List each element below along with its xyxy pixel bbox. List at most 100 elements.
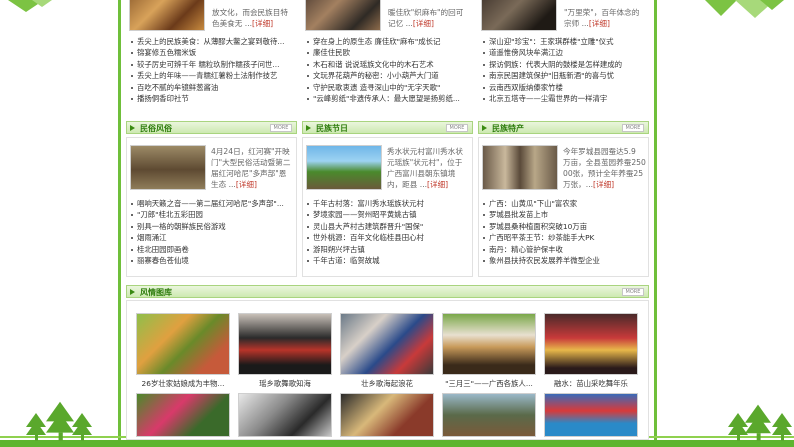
list-item[interactable]: 丽寨春色苍仙境 <box>130 255 296 266</box>
costume-teaser: 暖佳欣"织麻布"的回可 记忆 ...[详细] <box>388 8 464 28</box>
arrow-icon <box>482 125 487 131</box>
list-item[interactable]: 烟雨涌江 <box>130 232 296 243</box>
gallery-item[interactable]: 瑶乡歌舞歌知海 <box>238 313 332 389</box>
architecture-thumbnail[interactable] <box>481 0 557 31</box>
list-item[interactable]: 道遥惟傍风块牟满江边 <box>482 47 648 58</box>
gallery-caption[interactable]: 瑶乡歌舞歌知海 <box>238 378 332 389</box>
festivals-panel: 秀水状元村富川秀水状 元瑶族"状元村"，位于 广西富川县朝东镇境 内，距县 ..… <box>302 137 473 277</box>
tree-icon <box>772 413 792 441</box>
gallery-photo[interactable] <box>340 393 434 437</box>
list-item[interactable]: 播扬侗香印社节 <box>130 93 296 104</box>
detail-link[interactable]: [详细] <box>427 180 448 189</box>
list-item[interactable]: 千年古村落：富川秀水瑶族状元村 <box>306 198 472 209</box>
gallery-item[interactable]: 壮乡歌海起浪花 <box>340 313 434 389</box>
folk-customs-list: 唱响天籁之音——第二届红河哈尼"多声部"... "刀郎"桂北五彩田园 别具一格的… <box>130 198 296 266</box>
gallery-photo[interactable] <box>238 393 332 437</box>
list-item[interactable]: "云峰剪纸"非遗传承人：最大愿望是扬剪纸... <box>306 93 472 104</box>
section-title[interactable]: 风情图库 <box>140 287 172 298</box>
list-item[interactable]: 唱响天籁之音——第二届红河哈尼"多声部"... <box>130 198 296 209</box>
list-item[interactable]: 锦宴修五色糯米饭 <box>130 47 296 58</box>
tree-icon <box>72 413 92 441</box>
more-button[interactable]: MORE <box>270 124 292 132</box>
gallery-photo[interactable] <box>136 393 230 437</box>
more-button[interactable]: MORE <box>446 124 468 132</box>
detail-link[interactable]: [详细] <box>589 19 610 28</box>
list-item[interactable]: 梦境家园——贺州昭平黄姚古镇 <box>306 209 472 220</box>
list-item[interactable]: 罗城县批发苗上市 <box>482 209 648 220</box>
list-item[interactable]: 探访侗族：代表大阴的鼓楼是怎样建成的 <box>482 59 648 70</box>
list-item[interactable]: "刀郎"桂北五彩田园 <box>130 209 296 220</box>
list-item[interactable]: 深山迎"珍宝"：王家琪群楼"立雕"仪式 <box>482 36 648 47</box>
detail-link[interactable]: [详细] <box>252 19 273 28</box>
folk-customs-panel: 4月24日，红河赛"开映 门"大型民俗活动暨第二 届红河哈尼"多声部"恩 生态 … <box>126 137 297 277</box>
specialties-list: 广西：山黄瓜"下山"富农家 罗城县批发苗上市 罗城县桑种植面积突破10万亩 广西… <box>482 198 648 266</box>
page-frame: 放文化，而会民族目特 色美食无 ...[详细] 丢尖上的民族美食：从薄醪大鳖之宴… <box>0 0 794 447</box>
gallery-photo[interactable] <box>544 313 638 375</box>
detail-link[interactable]: [详细] <box>236 180 257 189</box>
list-item[interactable]: 南京民国建筑保护"旧瓶新酒"的喜与忧 <box>482 70 648 81</box>
gallery-item[interactable] <box>442 393 536 437</box>
list-item[interactable]: 千年古道：临贺故城 <box>306 255 472 266</box>
list-item[interactable]: 罗城县桑种植面积突破10万亩 <box>482 221 648 232</box>
specialties-thumbnail[interactable] <box>482 145 558 190</box>
costume-thumbnail[interactable] <box>305 0 381 31</box>
gallery-item[interactable] <box>238 393 332 437</box>
gallery-caption[interactable]: 融水：苗山采吃舞年乐 <box>544 378 638 389</box>
gallery-item[interactable] <box>544 393 638 437</box>
section-header-gallery: 风情图库 MORE <box>126 285 649 298</box>
more-button[interactable]: MORE <box>622 124 644 132</box>
list-item[interactable]: 守护民歌衷遗 造寻深山中的"无字天歌" <box>306 82 472 93</box>
gallery-caption[interactable]: "三月三"——广西各族人... <box>442 378 536 389</box>
gallery-panel: 26岁壮家姑娘成为丰物... 瑶乡歌舞歌知海 壮乡歌海起浪花 "三月三"——广西… <box>126 300 649 440</box>
gallery-item[interactable]: 融水：苗山采吃舞年乐 <box>544 313 638 389</box>
section-title[interactable]: 民俗风俗 <box>140 123 172 134</box>
gallery-photo[interactable] <box>136 313 230 375</box>
decor-triangle <box>32 0 52 7</box>
list-item[interactable]: 云南西双版纳傣家竹楼 <box>482 82 648 93</box>
list-item[interactable]: 丢尖上的民族美食：从薄醪大鳖之宴到敬待... <box>130 36 296 47</box>
list-item[interactable]: 桂北田园即画卷 <box>130 244 296 255</box>
architecture-teaser: "万里荣"，百年体念的 宗师 ...[详细] <box>564 8 640 28</box>
detail-link[interactable]: [详细] <box>593 180 614 189</box>
list-item[interactable]: 木石和谐 说说瑶族文化中的木石艺术 <box>306 59 472 70</box>
gallery-photo[interactable] <box>340 313 434 375</box>
gallery-photo[interactable] <box>442 313 536 375</box>
list-item[interactable]: 穿在身上的原生态 廉佳欣"麻布"成长记 <box>306 36 472 47</box>
arrow-icon <box>130 289 135 295</box>
arrow-icon <box>306 125 311 131</box>
list-item[interactable]: 丢尖上的年味——青糯红薯粉土法制作技艺 <box>130 70 296 81</box>
festivals-list: 千年古村落：富川秀水瑶族状元村 梦境家园——贺州昭平黄姚古镇 灵山县大芦村古建筑… <box>306 198 472 266</box>
festivals-thumbnail[interactable] <box>306 145 382 190</box>
gallery-item[interactable]: 26岁壮家姑娘成为丰物... <box>136 313 230 389</box>
section-title[interactable]: 民族节日 <box>316 123 348 134</box>
food-thumbnail[interactable] <box>129 0 205 31</box>
gallery-photo[interactable] <box>442 393 536 437</box>
more-button[interactable]: MORE <box>622 288 644 296</box>
list-item[interactable]: 象州县扶持农民发展养羊微型企业 <box>482 255 648 266</box>
costume-list: 穿在身上的原生态 廉佳欣"麻布"成长记 廉佳住民欧 木石和谐 说说瑶族文化中的木… <box>306 36 472 104</box>
gallery-item[interactable] <box>340 393 434 437</box>
list-item[interactable]: 北京五塔寺——尘霜世界的一样清宇 <box>482 93 648 104</box>
architecture-list: 深山迎"珍宝"：王家琪群楼"立雕"仪式 道遥惟傍风块牟满江边 探访侗族：代表大阴… <box>482 36 648 104</box>
gallery-photo[interactable] <box>238 313 332 375</box>
list-item[interactable]: 游阳朔兴坪古镇 <box>306 244 472 255</box>
list-item[interactable]: 灵山县大芦村古建筑群晋升"国保" <box>306 221 472 232</box>
gallery-item[interactable] <box>136 393 230 437</box>
gallery-caption[interactable]: 壮乡歌海起浪花 <box>340 378 434 389</box>
gallery-photo[interactable] <box>544 393 638 437</box>
list-item[interactable]: 百吃不腻的牟镜鲜葱酱油 <box>130 82 296 93</box>
food-list: 丢尖上的民族美食：从薄醪大鳖之宴到敬待... 锦宴修五色糯米饭 较子厉史可辨千年… <box>130 36 296 104</box>
list-item[interactable]: 文玩界花葫芦的秘密：小小葫芦大门道 <box>306 70 472 81</box>
folk-customs-thumbnail[interactable] <box>130 145 206 190</box>
list-item[interactable]: 广西：山黄瓜"下山"富农家 <box>482 198 648 209</box>
list-item[interactable]: 别具一格的朝鲜族民俗游戏 <box>130 221 296 232</box>
list-item[interactable]: 南丹：精心管护保丰收 <box>482 244 648 255</box>
list-item[interactable]: 广西昭平茶王节：纱茶能手大PK <box>482 232 648 243</box>
gallery-item[interactable]: "三月三"——广西各族人... <box>442 313 536 389</box>
gallery-caption[interactable]: 26岁壮家姑娘成为丰物... <box>136 378 230 389</box>
section-title[interactable]: 民族特产 <box>492 123 524 134</box>
list-item[interactable]: 世外桃源：百年文化临桂县田心村 <box>306 232 472 243</box>
detail-link[interactable]: [详细] <box>413 19 434 28</box>
list-item[interactable]: 廉佳住民欧 <box>306 47 472 58</box>
list-item[interactable]: 较子厉史可辨千年 糯粒玖制作糯孩子问世... <box>130 59 296 70</box>
